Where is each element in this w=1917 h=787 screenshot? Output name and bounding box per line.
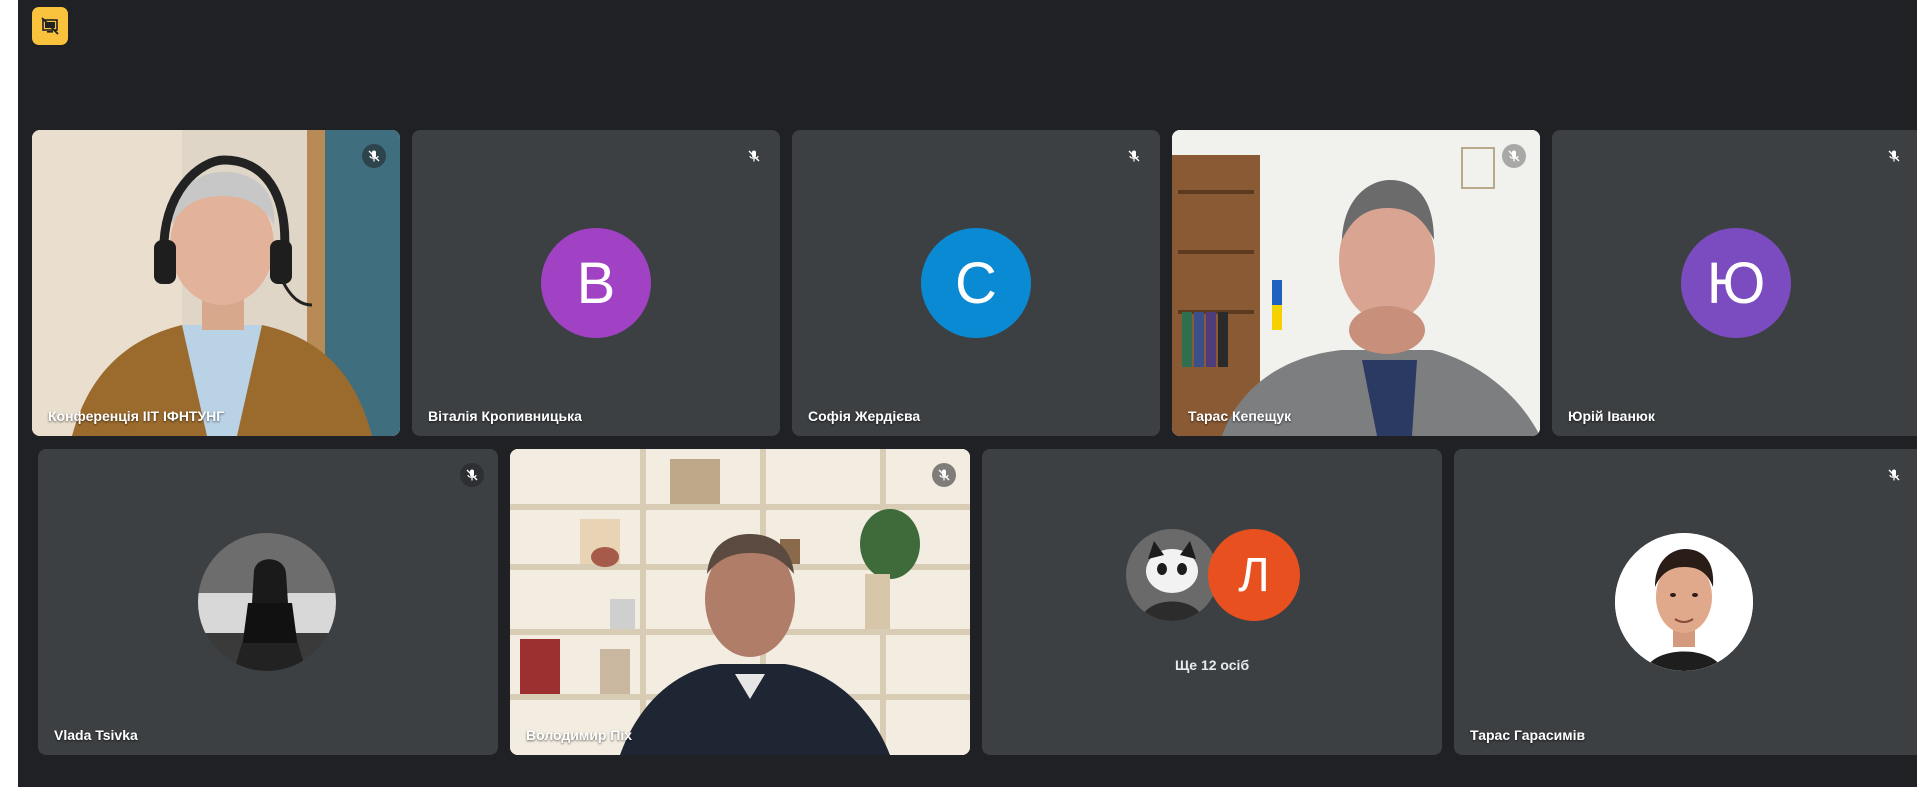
mic-off-icon: [742, 144, 766, 168]
participant-name: Vlada Tsivka: [54, 727, 138, 743]
mic-off-icon: [362, 144, 386, 168]
participant-name: Володимир Піх: [526, 727, 633, 743]
avatar: [1126, 529, 1218, 621]
participant-name: Конференція ІІТ ІФНТУНГ: [48, 408, 225, 424]
participant-video: [510, 449, 970, 755]
participant-video: [1172, 130, 1540, 436]
participant-tile[interactable]: С Софія Жердієва: [792, 130, 1160, 436]
avatar: [198, 533, 336, 671]
mic-off-icon: [1122, 144, 1146, 168]
more-participants-label: Ще 12 осіб: [1175, 657, 1250, 673]
participant-name: Тарас Гарасимів: [1470, 727, 1586, 743]
participant-name: Тарас Кепещук: [1188, 408, 1292, 424]
avatar: Ю: [1681, 228, 1791, 338]
window-edge: [0, 0, 18, 787]
participant-tile[interactable]: Володимир Піх: [510, 449, 970, 755]
mic-off-icon: [932, 463, 956, 487]
participant-tile[interactable]: В Віталія Кропивницька: [412, 130, 780, 436]
avatar: [1615, 533, 1753, 671]
participant-tile[interactable]: Vlada Tsivka: [38, 449, 498, 755]
more-participants-tile[interactable]: Л Ще 12 осіб: [982, 449, 1442, 755]
mic-off-icon: [1882, 463, 1906, 487]
participant-tile[interactable]: Ю Юрій Іванюк: [1552, 130, 1917, 436]
mic-off-icon: [1502, 144, 1526, 168]
mic-off-icon: [1882, 144, 1906, 168]
participant-name: Софія Жердієва: [808, 408, 921, 424]
participant-tile[interactable]: Конференція ІІТ ІФНТУНГ: [32, 130, 400, 436]
participant-tile[interactable]: Тарас Гарасимів: [1454, 449, 1917, 755]
avatar: В: [541, 228, 651, 338]
mic-off-icon: [460, 463, 484, 487]
avatar: Л: [1208, 529, 1300, 621]
avatar: С: [921, 228, 1031, 338]
participant-tile[interactable]: Тарас Кепещук: [1172, 130, 1540, 436]
participant-name: Віталія Кропивницька: [428, 408, 582, 424]
participant-name: Юрій Іванюк: [1568, 408, 1655, 424]
presentation-badge[interactable]: [32, 7, 68, 45]
participant-video: [32, 130, 400, 436]
presentation-off-icon: [41, 17, 59, 35]
